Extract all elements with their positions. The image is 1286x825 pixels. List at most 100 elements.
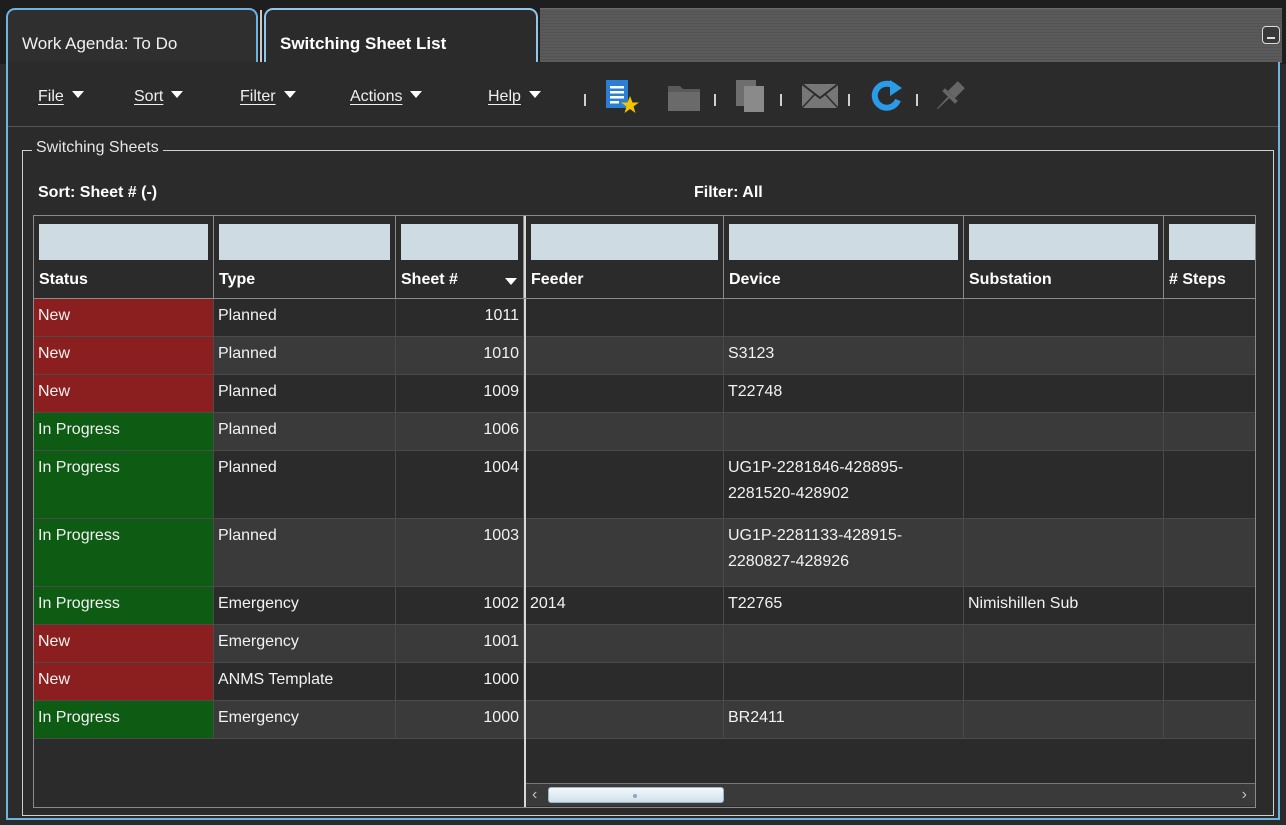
cell-sheet: 1000 (396, 701, 524, 739)
cell-steps (1164, 337, 1255, 375)
cell-feeder (526, 663, 724, 701)
cell-substation (964, 625, 1164, 663)
table-row[interactable]: In Progress Planned 1004 UG1P-2281846-42889… (34, 451, 1255, 519)
column-header-feeder[interactable]: Feeder (524, 216, 724, 298)
column-filter-input[interactable] (401, 224, 518, 260)
column-header-sheet-number[interactable]: Sheet # (396, 216, 524, 298)
table-row[interactable]: In Progress Planned 1006 (34, 413, 1255, 451)
cell-type: Planned (214, 413, 396, 451)
menu-sort[interactable]: Sort (134, 88, 184, 106)
tab-switching-sheet-list[interactable]: Switching Sheet List (260, 8, 538, 64)
menu-label: Help (488, 88, 521, 105)
cell-sheet: 1006 (396, 413, 524, 451)
cell-feeder: 2014 (526, 587, 724, 625)
column-filter-input[interactable] (729, 224, 958, 260)
cell-steps (1164, 587, 1255, 625)
cell-status: New (34, 663, 214, 701)
switching-sheet-table: Status Type Sheet # Feeder Device Substa… (33, 215, 1256, 808)
cell-type: ANMS Template (214, 663, 396, 701)
menu-file[interactable]: File (38, 88, 84, 106)
table-row[interactable]: In Progress Planned 1003 UG1P-2281133-42891… (34, 519, 1255, 587)
toolbar-separator (780, 94, 782, 106)
cell-sheet: 1003 (396, 519, 524, 587)
menu-filter[interactable]: Filter (240, 88, 296, 106)
horizontal-scrollbar[interactable]: ‹ › (526, 783, 1255, 806)
table-row[interactable]: New Planned 1011 (34, 299, 1255, 337)
column-header-label: Feeder (531, 271, 584, 288)
cell-steps (1164, 413, 1255, 451)
column-filter-input[interactable] (969, 224, 1158, 260)
cell-substation (964, 663, 1164, 701)
table-row[interactable]: New ANMS Template 1000 (34, 663, 1255, 701)
sort-descending-icon (505, 278, 517, 285)
scroll-right-icon[interactable]: › (1242, 786, 1247, 804)
cell-steps (1164, 299, 1255, 337)
table-row[interactable]: New Planned 1010 S3123 (34, 337, 1255, 375)
column-header-label: Status (39, 271, 88, 288)
cell-status: New (34, 337, 214, 375)
cell-sheet: 1002 (396, 587, 524, 625)
cell-device (724, 413, 964, 451)
table-row[interactable]: New Planned 1009 T22748 (34, 375, 1255, 413)
cell-type: Emergency (214, 587, 396, 625)
cell-type: Planned (214, 337, 396, 375)
table-row[interactable]: In Progress Emergency 1002 2014 T22765 Nimish… (34, 587, 1255, 625)
minimize-icon[interactable] (1262, 26, 1280, 44)
chevron-down-icon (71, 91, 84, 98)
column-header-substation[interactable]: Substation (964, 216, 1164, 298)
cell-steps (1164, 663, 1255, 701)
email-icon[interactable] (800, 76, 840, 116)
tab-work-agenda[interactable]: Work Agenda: To Do (6, 8, 258, 62)
cell-substation (964, 299, 1164, 337)
cell-status: In Progress (34, 413, 214, 451)
cell-status: New (34, 375, 214, 413)
tab-label: Work Agenda: To Do (22, 34, 178, 53)
cell-steps (1164, 625, 1255, 663)
column-header-status[interactable]: Status (34, 216, 214, 298)
menu-label: Filter (240, 88, 276, 105)
scroll-left-icon[interactable]: ‹ (532, 786, 537, 804)
tab-strip-background (540, 8, 1282, 63)
column-filter-input[interactable] (39, 224, 208, 260)
chevron-down-icon (528, 91, 541, 98)
cell-substation (964, 451, 1164, 519)
table-row[interactable]: New Emergency 1001 (34, 625, 1255, 663)
column-filter-input[interactable] (219, 224, 390, 260)
cell-sheet: 1011 (396, 299, 524, 337)
cell-type: Emergency (214, 625, 396, 663)
cell-steps (1164, 451, 1255, 519)
cell-substation: Nimishillen Sub (964, 587, 1164, 625)
cell-substation (964, 701, 1164, 739)
cell-status: In Progress (34, 701, 214, 739)
copy-icon[interactable] (730, 76, 770, 116)
column-header-steps[interactable]: # Steps (1164, 216, 1255, 298)
column-filter-input[interactable] (1169, 224, 1255, 260)
cell-sheet: 1001 (396, 625, 524, 663)
menu-help[interactable]: Help (488, 88, 541, 106)
cell-type: Planned (214, 451, 396, 519)
column-header-device[interactable]: Device (724, 216, 964, 298)
open-folder-icon[interactable] (664, 76, 704, 116)
cell-device: UG1P-2281846-428895- 2281520-428902 (724, 451, 964, 519)
scrollbar-thumb[interactable] (548, 787, 724, 803)
cell-device: T22765 (724, 587, 964, 625)
cell-status: In Progress (34, 587, 214, 625)
cell-feeder (526, 451, 724, 519)
pin-icon[interactable] (930, 76, 970, 116)
cell-steps (1164, 375, 1255, 413)
table-row[interactable]: In Progress Emergency 1000 BR2411 (34, 701, 1255, 739)
column-header-label: Type (219, 271, 256, 288)
cell-sheet: 1009 (396, 375, 524, 413)
cell-type: Planned (214, 375, 396, 413)
column-filter-input[interactable] (531, 224, 718, 260)
column-header-type[interactable]: Type (214, 216, 396, 298)
menu-actions[interactable]: Actions (350, 88, 423, 106)
cell-feeder (526, 413, 724, 451)
toolbar-separator (848, 94, 850, 106)
cell-type: Emergency (214, 701, 396, 739)
refresh-icon[interactable] (866, 76, 906, 116)
new-sheet-icon[interactable] (602, 76, 642, 116)
cell-sheet: 1000 (396, 663, 524, 701)
toolbar-separator (916, 94, 918, 106)
toolbar: File Sort Filter Actions Help (8, 64, 1278, 127)
